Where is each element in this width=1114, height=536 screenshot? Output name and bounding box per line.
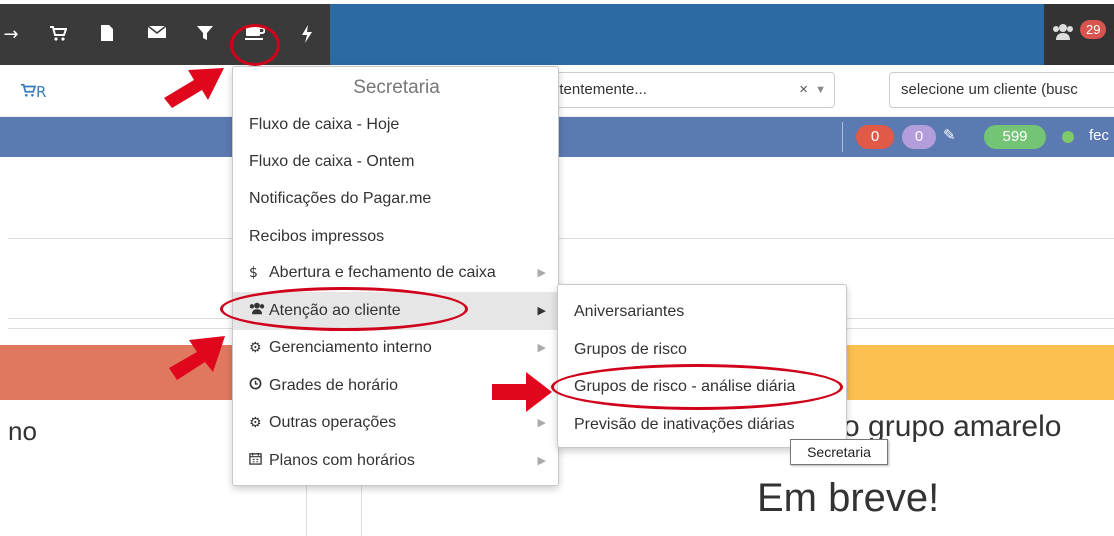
- client-search-select[interactable]: selecione um cliente (busc: [889, 72, 1114, 108]
- submenu-item-aniversariantes[interactable]: Aniversariantes: [558, 293, 846, 331]
- divider: [306, 486, 307, 536]
- annotation-arrow: [492, 372, 552, 412]
- gears-icon: ⚙: [249, 415, 262, 431]
- filter-icon[interactable]: [194, 24, 216, 46]
- cart-icon[interactable]: [47, 24, 69, 46]
- status-label: fec: [1089, 127, 1110, 144]
- bolt-icon[interactable]: [296, 24, 318, 46]
- annotation-arrow: [164, 68, 224, 108]
- cart-link[interactable]: R: [20, 83, 46, 101]
- green-count-badge[interactable]: 599: [984, 125, 1046, 149]
- purple-count-badge[interactable]: 0: [902, 125, 936, 149]
- left-group-title: no: [8, 416, 37, 446]
- dollar-icon: $: [249, 265, 258, 281]
- menu-item-recibos-impressos[interactable]: Recibos impressos: [233, 218, 558, 256]
- menu-item-planos-horarios[interactable]: Planos com horários ▶: [233, 442, 558, 480]
- divider: [842, 122, 843, 152]
- menu-item-label: Gerenciamento interno: [269, 339, 432, 356]
- menu-item-label: Abertura e fechamento de caixa: [269, 264, 496, 281]
- menu-header: Secretaria: [353, 77, 440, 98]
- recent-select[interactable]: ntentemente... × ▼: [540, 72, 835, 108]
- cart-label: R: [36, 83, 47, 101]
- pencil-icon[interactable]: ✎: [943, 126, 956, 144]
- menu-item-label: Fluxo de caixa - Ontem: [249, 153, 415, 170]
- annotation-ellipse: [230, 24, 280, 66]
- user-area[interactable]: 29: [1044, 4, 1114, 65]
- file-icon[interactable]: [96, 24, 118, 46]
- chevron-down-icon[interactable]: ▼: [815, 73, 826, 107]
- red-count-badge[interactable]: 0: [856, 125, 894, 149]
- chevron-right-icon: ▶: [537, 454, 546, 467]
- login-icon[interactable]: →: [0, 24, 22, 46]
- menu-item-abertura-fechamento[interactable]: $ Abertura e fechamento de caixa ▶: [233, 254, 558, 292]
- tooltip: Secretaria: [790, 439, 888, 465]
- menu-item-label: Fluxo de caixa - Hoje: [249, 116, 400, 133]
- calendar-icon: [249, 442, 269, 480]
- annotation-ellipse: [551, 364, 843, 410]
- users-icon: [1052, 23, 1074, 46]
- gears-icon: ⚙: [249, 340, 262, 356]
- coming-soon-text: Em breve!: [757, 476, 940, 520]
- menu-item-fluxo-ontem[interactable]: Fluxo de caixa - Ontem: [233, 143, 558, 181]
- chevron-right-icon: ▶: [537, 304, 546, 317]
- annotation-arrow: [169, 336, 225, 380]
- menu-item-label: Grades de horário: [269, 377, 398, 394]
- top-navbar: → 29: [0, 4, 1114, 65]
- menu-item-gerenciamento-interno[interactable]: ⚙ Gerenciamento interno ▶: [233, 329, 558, 367]
- yellow-group-header: [847, 345, 1114, 400]
- divider: [361, 486, 362, 536]
- clock-icon: [249, 367, 269, 405]
- menu-item-label: Planos com horários: [269, 452, 415, 469]
- menu-item-notificacoes-pagarme[interactable]: Notificações do Pagar.me: [233, 180, 558, 218]
- secretaria-dropdown-menu: Secretaria Fluxo de caixa - Hoje Fluxo d…: [232, 66, 559, 486]
- menu-item-label: Outras operações: [269, 414, 397, 431]
- chevron-right-icon: ▶: [537, 266, 546, 279]
- menu-item-fluxo-hoje[interactable]: Fluxo de caixa - Hoje: [233, 106, 558, 144]
- users-count-badge: 29: [1080, 20, 1107, 39]
- status-dot-icon: [1062, 131, 1074, 143]
- chevron-right-icon: ▶: [537, 341, 546, 354]
- recent-select-value: ntentemente...: [551, 81, 647, 98]
- menu-item-label: Recibos impressos: [249, 228, 385, 245]
- menu-item-label: Notificações do Pagar.me: [249, 190, 432, 207]
- icon-toolbar: →: [0, 4, 330, 65]
- clear-icon[interactable]: ×: [799, 73, 808, 107]
- divider: [8, 238, 1114, 239]
- annotation-ellipse: [220, 287, 468, 331]
- envelope-icon[interactable]: [146, 24, 168, 46]
